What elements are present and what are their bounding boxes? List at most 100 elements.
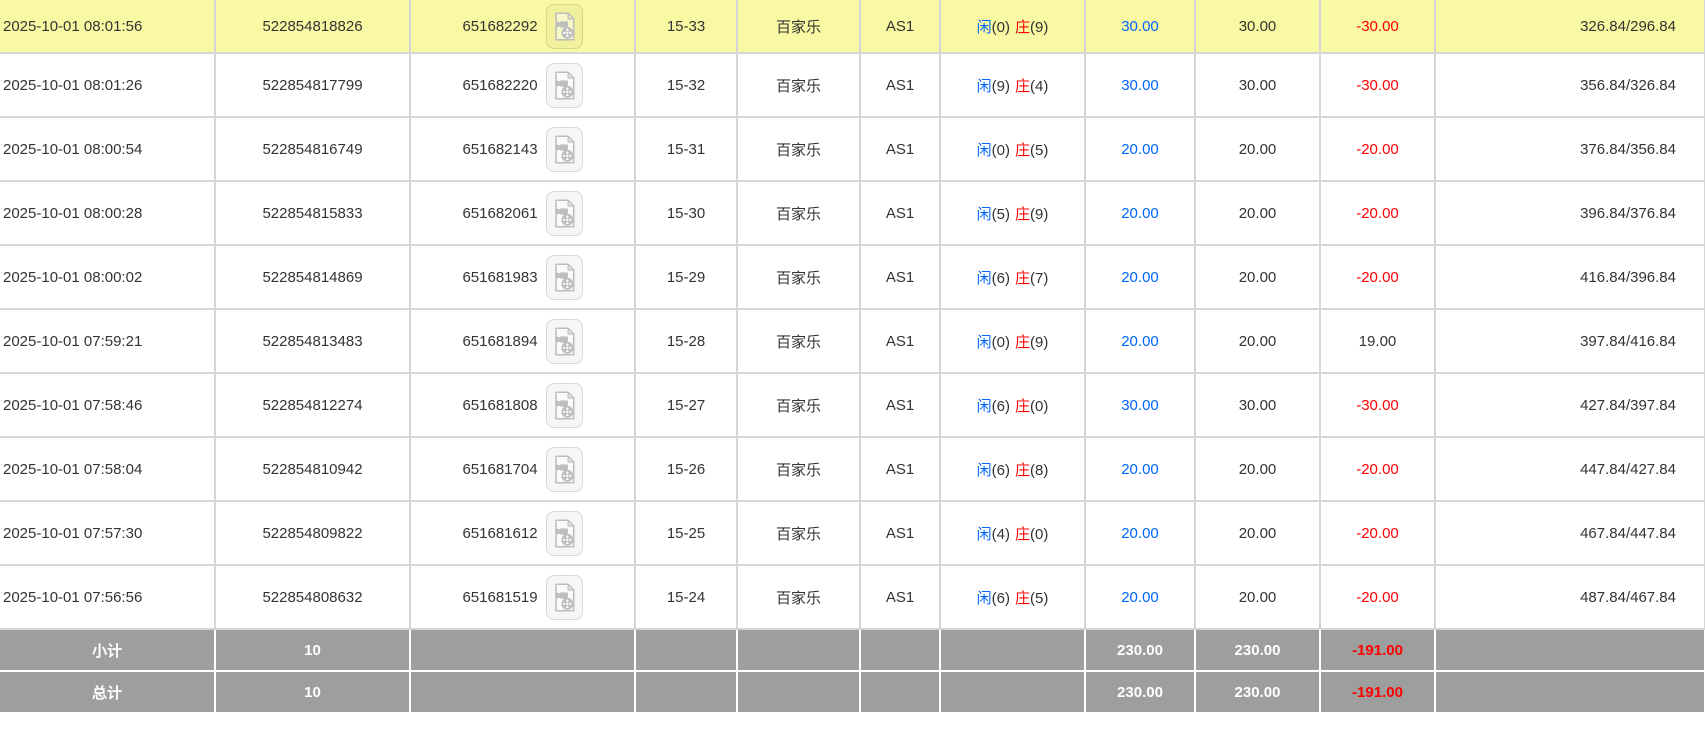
table-row[interactable]: 2025-10-01 07:57:30 522854809822 6516816… — [0, 501, 1705, 565]
banker-score: (5) — [1030, 590, 1048, 607]
player-label: 闲 — [977, 334, 992, 351]
win-loss: -20.00 — [1320, 181, 1435, 245]
game-type: 百家乐 — [737, 565, 860, 629]
game-result: 闲(4)庄(0) — [940, 501, 1085, 565]
bet-amount: 20.00 — [1085, 245, 1195, 309]
order-id: 522854818826 — [215, 0, 410, 53]
player-label: 闲 — [977, 462, 992, 479]
win-loss: -30.00 — [1320, 0, 1435, 53]
balance: 396.84/376.84 — [1435, 181, 1705, 245]
video-replay-button[interactable] — [546, 383, 583, 428]
table-code: AS1 — [860, 181, 940, 245]
bet-time: 2025-10-01 07:59:21 — [0, 309, 215, 373]
video-replay-button[interactable] — [546, 191, 583, 236]
table-row[interactable]: 2025-10-01 07:58:04 522854810942 6516817… — [0, 437, 1705, 501]
game-result: 闲(0)庄(9) — [940, 309, 1085, 373]
game-type: 百家乐 — [737, 309, 860, 373]
player-label: 闲 — [977, 142, 992, 159]
video-replay-button[interactable] — [546, 63, 583, 108]
round-number: 15-26 — [635, 437, 737, 501]
game-id: 651681894 — [462, 333, 537, 350]
round-number: 15-32 — [635, 53, 737, 117]
total-valid: 230.00 — [1195, 671, 1320, 713]
round-number: 15-24 — [635, 565, 737, 629]
table-code: AS1 — [860, 0, 940, 53]
valid-amount: 20.00 — [1195, 501, 1320, 565]
valid-amount: 20.00 — [1195, 565, 1320, 629]
bet-amount: 30.00 — [1085, 53, 1195, 117]
empty-cell — [635, 629, 737, 671]
bet-time: 2025-10-01 07:57:30 — [0, 501, 215, 565]
game-id: 651682061 — [462, 205, 537, 222]
order-id: 522854817799 — [215, 53, 410, 117]
summary-rows: 小计 10 230.00 230.00 -191.00 总计 10 230.00… — [0, 629, 1705, 713]
video-replay-button[interactable] — [546, 319, 583, 364]
player-label: 闲 — [977, 590, 992, 607]
empty-cell — [860, 629, 940, 671]
video-file-icon — [553, 391, 576, 420]
round-number: 15-27 — [635, 373, 737, 437]
game-id-cell: 651682143 — [410, 117, 635, 181]
player-score: (9) — [992, 78, 1010, 95]
balance: 427.84/397.84 — [1435, 373, 1705, 437]
round-number: 15-30 — [635, 181, 737, 245]
player-score: (6) — [992, 462, 1010, 479]
valid-amount: 20.00 — [1195, 309, 1320, 373]
table-row[interactable]: 2025-10-01 08:01:26 522854817799 6516822… — [0, 53, 1705, 117]
game-type: 百家乐 — [737, 181, 860, 245]
game-type: 百家乐 — [737, 53, 860, 117]
win-loss: -30.00 — [1320, 373, 1435, 437]
balance: 376.84/356.84 — [1435, 117, 1705, 181]
bet-amount: 20.00 — [1085, 181, 1195, 245]
game-result: 闲(6)庄(7) — [940, 245, 1085, 309]
empty-cell — [1435, 629, 1705, 671]
empty-cell — [860, 671, 940, 713]
table-row[interactable]: 2025-10-01 08:00:54 522854816749 6516821… — [0, 117, 1705, 181]
video-replay-button[interactable] — [546, 127, 583, 172]
bet-time: 2025-10-01 07:58:46 — [0, 373, 215, 437]
round-number: 15-31 — [635, 117, 737, 181]
banker-label: 庄 — [1015, 398, 1030, 415]
bet-amount: 20.00 — [1085, 117, 1195, 181]
subtotal-bet: 230.00 — [1085, 629, 1195, 671]
table-row[interactable]: 2025-10-01 08:01:56 522854818826 6516822… — [0, 0, 1705, 53]
bet-time: 2025-10-01 07:58:04 — [0, 437, 215, 501]
valid-amount: 20.00 — [1195, 181, 1320, 245]
order-id: 522854809822 — [215, 501, 410, 565]
video-replay-button[interactable] — [546, 575, 583, 620]
order-id: 522854808632 — [215, 565, 410, 629]
video-replay-button[interactable] — [546, 447, 583, 492]
table-row[interactable]: 2025-10-01 07:59:21 522854813483 6516818… — [0, 309, 1705, 373]
bet-amount: 20.00 — [1085, 437, 1195, 501]
video-file-icon — [553, 327, 576, 356]
banker-label: 庄 — [1015, 19, 1030, 36]
table-row[interactable]: 2025-10-01 07:58:46 522854812274 6516818… — [0, 373, 1705, 437]
bet-time: 2025-10-01 08:00:54 — [0, 117, 215, 181]
game-id: 651681612 — [462, 525, 537, 542]
table-row[interactable]: 2025-10-01 07:56:56 522854808632 6516815… — [0, 565, 1705, 629]
banker-score: (7) — [1030, 270, 1048, 287]
game-id: 651681808 — [462, 397, 537, 414]
table-row[interactable]: 2025-10-01 08:00:02 522854814869 6516819… — [0, 245, 1705, 309]
balance: 447.84/427.84 — [1435, 437, 1705, 501]
balance: 467.84/447.84 — [1435, 501, 1705, 565]
banker-label: 庄 — [1015, 526, 1030, 543]
game-type: 百家乐 — [737, 373, 860, 437]
table-row[interactable]: 2025-10-01 08:00:28 522854815833 6516820… — [0, 181, 1705, 245]
video-replay-button[interactable] — [546, 255, 583, 300]
game-id-cell: 651681519 — [410, 565, 635, 629]
order-id: 522854814869 — [215, 245, 410, 309]
video-replay-button[interactable] — [546, 511, 583, 556]
empty-cell — [410, 629, 635, 671]
video-replay-button[interactable] — [546, 4, 583, 49]
order-id: 522854812274 — [215, 373, 410, 437]
bet-amount: 30.00 — [1085, 373, 1195, 437]
video-file-icon — [553, 519, 576, 548]
game-id-cell: 651681894 — [410, 309, 635, 373]
player-score: (0) — [992, 334, 1010, 351]
bet-time: 2025-10-01 07:56:56 — [0, 565, 215, 629]
game-id-cell: 651682061 — [410, 181, 635, 245]
game-id: 651681704 — [462, 461, 537, 478]
video-file-icon — [553, 199, 576, 228]
banker-score: (9) — [1030, 334, 1048, 351]
